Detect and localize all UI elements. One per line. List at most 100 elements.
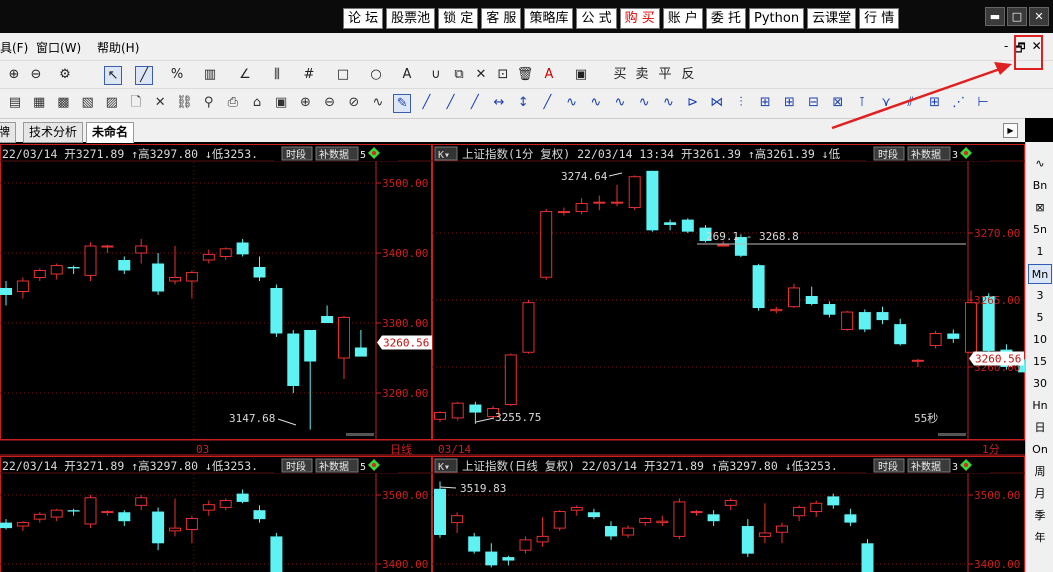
text-icon[interactable]: A: [398, 66, 416, 83]
reverse-button[interactable]: 反: [679, 66, 697, 83]
circle-icon[interactable]: ○: [367, 66, 385, 83]
nav-service-button[interactable]: 客 服: [481, 8, 522, 29]
copy-icon[interactable]: ⧉: [450, 66, 468, 83]
nav-account-button[interactable]: 账 户: [662, 8, 703, 29]
analysis-tool-23-icon[interactable]: ∿: [563, 94, 581, 111]
menu-tools[interactable]: 具(F): [0, 39, 28, 56]
analysis-tool-36-icon[interactable]: ⋎: [877, 94, 895, 111]
tab-untitled[interactable]: 未命名: [86, 122, 135, 143]
zoom-in-icon[interactable]: ⊕: [5, 66, 23, 83]
period-item-10[interactable]: 30: [1028, 374, 1052, 394]
save-icon[interactable]: ▣: [572, 66, 590, 83]
settings-icon[interactable]: ⚙: [56, 66, 74, 83]
period-item-5[interactable]: Mn: [1028, 264, 1052, 284]
analysis-tool-2-icon[interactable]: ▩: [54, 94, 72, 111]
analysis-tool-37-icon[interactable]: ⫽: [901, 94, 919, 111]
analysis-tool-32-icon[interactable]: ⊞: [780, 94, 798, 111]
analysis-tool-4-icon[interactable]: ▨: [103, 94, 121, 111]
sell-button[interactable]: 卖: [633, 66, 651, 83]
nav-stock-pool-button[interactable]: 股票池: [386, 8, 436, 29]
analysis-tool-19-icon[interactable]: ╱: [466, 94, 484, 111]
period-item-13[interactable]: On: [1028, 440, 1052, 460]
color-icon[interactable]: A: [540, 66, 558, 83]
analysis-tool-0-icon[interactable]: ▤: [6, 94, 24, 111]
grid-icon[interactable]: #: [300, 66, 318, 83]
nav-lock-button[interactable]: 锁 定: [438, 8, 479, 29]
nav-forum-button[interactable]: 论 坛: [343, 8, 384, 29]
analysis-tool-34-icon[interactable]: ⊠: [829, 94, 847, 111]
analysis-tool-18-icon[interactable]: ╱: [442, 94, 460, 111]
nav-python-button[interactable]: Python: [749, 8, 805, 29]
analysis-tool-16-icon[interactable]: ✎: [393, 94, 412, 113]
analysis-tool-30-icon[interactable]: ⫶: [732, 94, 750, 111]
analysis-tool-39-icon[interactable]: ⋰: [950, 94, 968, 111]
period-item-17[interactable]: 年: [1028, 528, 1052, 548]
parallel-lines-icon[interactable]: ⫼: [268, 66, 286, 83]
period-item-16[interactable]: 季: [1028, 506, 1052, 526]
analysis-tool-10-icon[interactable]: ⌂: [248, 94, 266, 111]
cursor-icon[interactable]: ↖: [104, 66, 122, 85]
trash-icon[interactable]: 🗑: [516, 66, 534, 83]
period-item-0[interactable]: ∿: [1028, 154, 1052, 174]
period-item-6[interactable]: 3: [1028, 286, 1052, 306]
window-minimize-button[interactable]: ▬: [985, 7, 1005, 26]
ruler-icon[interactable]: ▥: [201, 66, 219, 83]
period-item-15[interactable]: 月: [1028, 484, 1052, 504]
lock-icon[interactable]: ⊡: [494, 66, 512, 83]
analysis-tool-27-icon[interactable]: ∿: [659, 94, 677, 111]
analysis-tool-13-icon[interactable]: ⊖: [321, 94, 339, 111]
nav-formula-button[interactable]: 公 式: [576, 8, 617, 29]
analysis-tool-15-icon[interactable]: ∿: [369, 94, 387, 111]
analysis-tool-12-icon[interactable]: ⊕: [296, 94, 314, 111]
menu-help[interactable]: 帮助(H): [97, 39, 139, 56]
analysis-tool-14-icon[interactable]: ⊘: [345, 94, 363, 111]
nav-strategy-button[interactable]: 策略库: [524, 8, 574, 29]
analysis-tool-28-icon[interactable]: ⊳: [684, 94, 702, 111]
analysis-tool-38-icon[interactable]: ⊞: [926, 94, 944, 111]
analysis-tool-8-icon[interactable]: ⚲: [200, 94, 218, 111]
analysis-tool-25-icon[interactable]: ∿: [611, 94, 629, 111]
analysis-tool-9-icon[interactable]: ⎙: [224, 94, 242, 111]
analysis-tool-20-icon[interactable]: ↔: [490, 94, 508, 111]
analysis-tool-26-icon[interactable]: ∿: [635, 94, 653, 111]
line-tool-icon[interactable]: ╱: [135, 66, 153, 85]
percent-tool-icon[interactable]: %: [168, 66, 186, 83]
mdi-minimize-button[interactable]: -: [1004, 39, 1008, 60]
tab-scroll-right-icon[interactable]: ▶: [1003, 123, 1018, 138]
window-close-button[interactable]: ✕: [1029, 7, 1049, 26]
delete-icon[interactable]: ✕: [472, 66, 490, 83]
analysis-tool-33-icon[interactable]: ⊟: [805, 94, 823, 111]
analysis-tool-21-icon[interactable]: ↕: [514, 94, 532, 111]
tab-board[interactable]: 牌: [0, 122, 17, 143]
analysis-tool-31-icon[interactable]: ⊞: [756, 94, 774, 111]
analysis-tool-7-icon[interactable]: ⛓: [175, 94, 193, 111]
analysis-tool-35-icon[interactable]: ⊺: [853, 94, 871, 111]
period-item-1[interactable]: Bn: [1028, 176, 1052, 196]
analysis-tool-3-icon[interactable]: ▧: [79, 94, 97, 111]
analysis-tool-17-icon[interactable]: ╱: [417, 94, 435, 111]
analysis-tool-29-icon[interactable]: ⋈: [708, 94, 726, 111]
analysis-tool-40-icon[interactable]: ⊢: [974, 94, 992, 111]
period-item-3[interactable]: 5n: [1028, 220, 1052, 240]
close-position-button[interactable]: 平: [656, 66, 674, 83]
rectangle-icon[interactable]: □: [334, 66, 352, 83]
period-item-11[interactable]: Hn: [1028, 396, 1052, 416]
period-item-7[interactable]: 5: [1028, 308, 1052, 328]
analysis-tool-24-icon[interactable]: ∿: [587, 94, 605, 111]
angle-icon[interactable]: ∠: [236, 66, 254, 83]
nav-buy-button[interactable]: 购 买: [619, 8, 660, 29]
buy-button[interactable]: 买: [611, 66, 629, 83]
nav-quotes-button[interactable]: 行 情: [859, 8, 900, 29]
analysis-tool-5-icon[interactable]: 🗋: [127, 94, 145, 111]
nav-cloud-class-button[interactable]: 云课堂: [807, 8, 857, 29]
period-item-8[interactable]: 10: [1028, 330, 1052, 350]
window-restore-button[interactable]: □: [1007, 7, 1027, 26]
analysis-tool-1-icon[interactable]: ▦: [30, 94, 48, 111]
period-item-4[interactable]: 1: [1028, 242, 1052, 262]
period-item-12[interactable]: 日: [1028, 418, 1052, 438]
analysis-tool-11-icon[interactable]: ▣: [272, 94, 290, 111]
analysis-tool-6-icon[interactable]: ✕: [151, 94, 169, 111]
magnet-icon[interactable]: ∪: [427, 66, 445, 83]
analysis-tool-22-icon[interactable]: ╱: [538, 94, 556, 111]
period-item-2[interactable]: ⊠: [1028, 198, 1052, 218]
